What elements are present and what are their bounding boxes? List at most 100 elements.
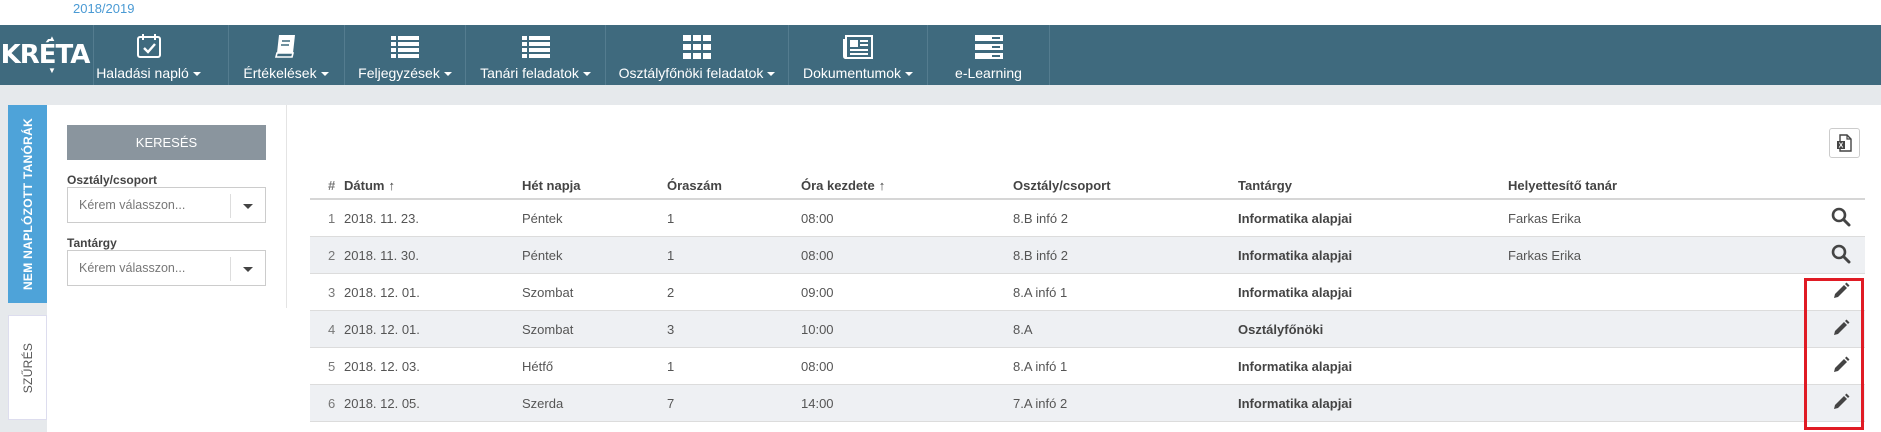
search-icon: [1831, 207, 1851, 230]
logo-text: KRÉTA: [0, 40, 91, 70]
highlight-box: [1804, 278, 1864, 430]
book-icon: [273, 25, 299, 59]
tab-nem-naplozott-tanorak[interactable]: NEM NAPLÓZOTT TANÓRÁK: [8, 105, 47, 303]
select-divider: [230, 257, 231, 281]
cell-group: 8.A infó 1: [1013, 358, 1068, 374]
subheader-bar: [0, 85, 1881, 105]
table-row: 5 2018. 12. 03. Hétfő 1 08:00 8.A infó 1 Infor…: [310, 348, 1865, 385]
col-num-label: #: [328, 178, 336, 193]
nav-tanari-feladatok[interactable]: Tanári feladatok: [465, 25, 605, 85]
cell-weekday: Péntek: [522, 210, 563, 226]
nav-label: Haladási napló: [96, 65, 189, 81]
col-start[interactable]: Óra kezdete ↑: [801, 172, 885, 198]
search-button[interactable]: KERESÉS: [67, 125, 266, 160]
nav-e-learning[interactable]: e-Learning: [927, 25, 1050, 85]
filter-panel: KERESÉS Osztály/csoport Kérem válasszon.…: [47, 105, 287, 308]
cell-subject: Informatika alapjai: [1238, 395, 1353, 411]
calendar-check-icon: [136, 25, 162, 59]
col-period[interactable]: Óraszám: [667, 172, 722, 198]
cell-start: 14:00: [801, 395, 834, 411]
nav-label: e-Learning: [955, 65, 1022, 81]
kreta-logo[interactable]: KRÉTA ▲ ▼: [0, 25, 91, 85]
col-subject-label: Tantárgy: [1238, 178, 1292, 193]
nav-dokumentumok[interactable]: Dokumentumok: [788, 25, 927, 85]
nav-label: Feljegyzések: [358, 65, 440, 81]
col-weekday[interactable]: Hét napja: [522, 172, 581, 198]
col-start-label: Óra kezdete: [801, 178, 875, 193]
col-num: #: [328, 172, 335, 198]
nav-ertekelesek[interactable]: Értékelések: [228, 25, 343, 85]
cell-period: 1: [667, 358, 675, 374]
export-excel-button[interactable]: X: [1829, 128, 1860, 158]
col-substitute[interactable]: Helyettesítő tanár: [1508, 172, 1617, 198]
caret-down-icon: [767, 72, 776, 77]
select-divider: [230, 194, 231, 218]
table-row: 2 2018. 11. 30. Péntek 1 08:00 8.B infó 2 Info…: [310, 237, 1865, 274]
cell-start: 09:00: [801, 284, 834, 300]
tab-szures[interactable]: SZŰRÉS: [8, 315, 47, 420]
col-group-label: Osztály/csoport: [1013, 178, 1111, 193]
cell-weekday: Szombat: [522, 284, 574, 300]
lessons-table: # Dátum ↑ Hét napja Óraszám Óra kezdete ↑ …: [310, 172, 1865, 422]
class-select-placeholder: Kérem válasszon...: [79, 198, 186, 212]
tab-label: SZŰRÉS: [20, 342, 35, 393]
caret-down-icon: [192, 72, 201, 77]
cell-period: 1: [667, 210, 675, 226]
cell-num: 5: [328, 358, 336, 374]
cell-start: 10:00: [801, 321, 834, 337]
table-row: 1 2018. 11. 23. Péntek 1 08:00 8.B infó 2 Info…: [310, 200, 1865, 237]
server-icon: [974, 25, 1003, 59]
cell-num: 1: [328, 210, 336, 226]
cell-period: 3: [667, 321, 675, 337]
cell-start: 08:00: [801, 210, 834, 226]
cell-date: 2018. 11. 23.: [344, 210, 419, 226]
cell-num: 4: [328, 321, 336, 337]
cell-num: 2: [328, 247, 336, 263]
subject-filter-label: Tantárgy: [67, 236, 117, 250]
table-row: 3 2018. 12. 01. Szombat 2 09:00 8.A infó 1 Inf…: [310, 274, 1865, 311]
sort-asc-icon: ↑: [878, 178, 886, 193]
list-icon: [391, 25, 419, 59]
table-row: 6 2018. 12. 05. Szerda 7 14:00 7.A infó 2 Info…: [310, 385, 1865, 422]
tab-label: NEM NAPLÓZOTT TANÓRÁK: [20, 117, 35, 291]
cell-group: 7.A infó 2: [1013, 395, 1068, 411]
col-subject[interactable]: Tantárgy: [1238, 172, 1292, 198]
sort-asc-icon: ↑: [388, 178, 395, 193]
cell-group: 8.B infó 2: [1013, 210, 1068, 226]
cell-period: 2: [667, 284, 675, 300]
nav-label: Tanári feladatok: [480, 65, 579, 81]
cell-num: 6: [328, 395, 336, 411]
school-year[interactable]: 2018/2019: [73, 1, 134, 16]
chevron-down-icon[interactable]: [243, 204, 253, 209]
col-group[interactable]: Osztály/csoport: [1013, 172, 1111, 198]
caret-down-icon: [905, 72, 914, 77]
search-icon: [1831, 244, 1851, 267]
table-header: # Dátum ↑ Hét napja Óraszám Óra kezdete ↑ …: [310, 172, 1865, 200]
col-period-label: Óraszám: [667, 178, 722, 193]
cell-group: 8.A: [1013, 321, 1033, 337]
grid-icon: [683, 25, 711, 59]
cell-start: 08:00: [801, 358, 834, 374]
subject-select-placeholder: Kérem válasszon...: [79, 261, 186, 275]
cell-date: 2018. 12. 05.: [344, 395, 420, 411]
nav-osztalyfonoki-feladatok[interactable]: Osztályfőnöki feladatok: [605, 25, 788, 85]
nav-haladasi-naplo[interactable]: Haladási napló: [93, 25, 203, 85]
col-date[interactable]: Dátum ↑: [344, 172, 395, 198]
cell-start: 08:00: [801, 247, 834, 263]
cell-subject: Osztályfőnöki: [1238, 321, 1324, 337]
view-button[interactable]: [1821, 200, 1861, 236]
excel-icon: X: [1836, 134, 1852, 152]
cell-weekday: Hétfő: [522, 358, 554, 374]
col-weekday-label: Hét napja: [522, 178, 581, 193]
cell-substitute: Farkas Erika: [1508, 247, 1581, 263]
caret-down-icon: [320, 72, 329, 77]
chevron-down-icon[interactable]: [243, 267, 253, 272]
main-navbar: KRÉTA ▲ ▼ Haladási napló Értékelések Fel…: [0, 25, 1881, 85]
col-date-label: Dátum: [344, 178, 385, 193]
subject-select[interactable]: Kérem válasszon...: [67, 250, 266, 286]
view-button[interactable]: [1821, 237, 1861, 273]
col-substitute-label: Helyettesítő tanár: [1508, 178, 1618, 193]
nav-feljegyzesek[interactable]: Feljegyzések: [344, 25, 465, 85]
nav-label: Osztályfőnöki feladatok: [618, 65, 764, 81]
class-select[interactable]: Kérem válasszon...: [67, 187, 266, 223]
